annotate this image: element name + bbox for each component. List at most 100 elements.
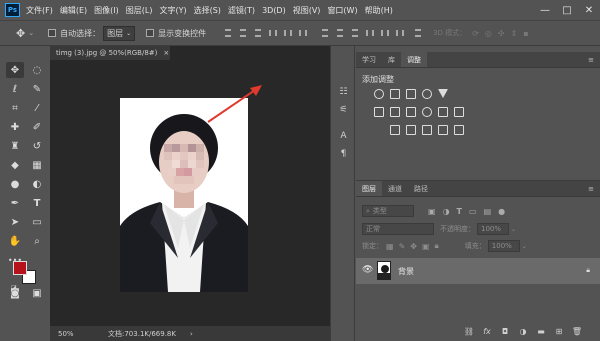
- layer-row[interactable]: 👁︎ 背景 🔒︎: [356, 258, 600, 284]
- menu-file[interactable]: 文件(F): [26, 5, 53, 16]
- align-bottom-icon[interactable]: [253, 28, 263, 38]
- type-tool-icon[interactable]: T: [28, 195, 46, 211]
- eye-visibility-icon[interactable]: 👁︎: [362, 265, 373, 275]
- panel-menu-icon[interactable]: ≡: [582, 52, 600, 67]
- align-hcenter-icon[interactable]: [283, 28, 293, 38]
- color-balance-icon[interactable]: [390, 107, 400, 117]
- lock-all-icon[interactable]: 🔒︎: [435, 241, 439, 251]
- paragraph-panel-icon[interactable]: ¶: [338, 148, 349, 159]
- filter-type-icon[interactable]: T: [457, 207, 462, 216]
- invert-icon[interactable]: [390, 125, 400, 135]
- layer-style-icon[interactable]: fx: [482, 326, 492, 336]
- shape-tool-icon[interactable]: ▭: [28, 214, 46, 230]
- 3d-slide-icon[interactable]: ⇕: [511, 29, 518, 38]
- zoom-tool-icon[interactable]: ⌕: [28, 233, 46, 249]
- auto-select-dropdown[interactable]: 图层 ⌄: [103, 25, 136, 41]
- filter-smart-object-icon[interactable]: ▤: [484, 207, 492, 216]
- curves-icon[interactable]: [406, 89, 416, 99]
- new-group-icon[interactable]: ▬: [536, 326, 546, 336]
- menu-window[interactable]: 窗口(W): [327, 5, 357, 16]
- zoom-level[interactable]: 50%: [58, 330, 94, 338]
- opacity-chevron-icon[interactable]: ⌄: [511, 226, 516, 233]
- color-lookup-icon[interactable]: [454, 107, 464, 117]
- align-vcenter-icon[interactable]: [238, 28, 248, 38]
- menu-type[interactable]: 文字(Y): [159, 5, 186, 16]
- distribute-top-icon[interactable]: [320, 28, 330, 38]
- eyedropper-tool-icon[interactable]: ⁄: [28, 100, 46, 116]
- history-brush-icon[interactable]: ↺: [28, 138, 46, 154]
- link-layers-icon[interactable]: ⛓: [464, 326, 474, 336]
- new-layer-icon[interactable]: ⊞: [554, 326, 564, 336]
- lock-pixels-icon[interactable]: ✎: [399, 242, 406, 251]
- align-right-icon[interactable]: [298, 28, 308, 38]
- blend-mode-dropdown[interactable]: 正常: [362, 223, 434, 235]
- hand-tool-icon[interactable]: ✋: [6, 233, 24, 249]
- auto-align-icon[interactable]: [413, 28, 423, 38]
- menu-help[interactable]: 帮助(H): [365, 5, 393, 16]
- filter-shape-icon[interactable]: ▭: [469, 207, 477, 216]
- close-button[interactable]: ✕: [578, 0, 600, 20]
- filter-pixel-icon[interactable]: ▣: [428, 207, 436, 216]
- healing-brush-icon[interactable]: ✚: [6, 119, 24, 135]
- lasso-tool-icon[interactable]: ℓ: [6, 81, 24, 97]
- quick-mask-icon[interactable]: ◙: [6, 285, 24, 301]
- exposure-icon[interactable]: [422, 89, 432, 99]
- layers-menu-icon[interactable]: ≡: [582, 181, 600, 196]
- history-panel-icon[interactable]: ☷: [338, 86, 349, 97]
- levels-icon[interactable]: [390, 89, 400, 99]
- filter-kind-dropdown[interactable]: ⌕ 类型: [362, 205, 414, 217]
- gradient-tool-icon[interactable]: ▦: [28, 157, 46, 173]
- dodge-tool-icon[interactable]: ◐: [28, 176, 46, 192]
- distribute-right-icon[interactable]: [395, 28, 405, 38]
- restore-button[interactable]: □: [556, 0, 578, 20]
- character-panel-icon[interactable]: A: [338, 130, 349, 141]
- menu-select[interactable]: 选择(S): [194, 5, 221, 16]
- path-select-icon[interactable]: ➤: [6, 214, 24, 230]
- properties-panel-icon[interactable]: ⚟: [338, 104, 349, 115]
- tab-learn[interactable]: 学习: [356, 52, 382, 67]
- lock-artboard-icon[interactable]: ▣: [422, 242, 430, 251]
- black-white-icon[interactable]: [406, 107, 416, 117]
- distribute-left-icon[interactable]: [365, 28, 375, 38]
- channel-mixer-icon[interactable]: [438, 107, 448, 117]
- 3d-rotate-icon[interactable]: ⟳: [472, 29, 479, 38]
- vibrance-icon[interactable]: [438, 89, 448, 98]
- selective-color-icon[interactable]: [454, 125, 464, 135]
- photo-filter-icon[interactable]: [422, 107, 432, 117]
- tab-adjustments[interactable]: 调整: [401, 52, 427, 67]
- posterize-icon[interactable]: [406, 125, 416, 135]
- 3d-drag-icon[interactable]: ✣: [498, 29, 505, 38]
- brush-tool-icon[interactable]: ✐: [28, 119, 46, 135]
- filter-toggle-icon[interactable]: ●: [498, 207, 505, 216]
- status-menu-chevron-icon[interactable]: ›: [190, 330, 193, 338]
- distribute-hcenter-icon[interactable]: [380, 28, 390, 38]
- fill-chevron-icon[interactable]: ⌄: [522, 243, 527, 250]
- marquee-tool-icon[interactable]: ◌: [28, 62, 46, 78]
- tool-preset-chevron-icon[interactable]: ⌄: [28, 29, 34, 37]
- 3d-roll-icon[interactable]: ◎: [485, 29, 492, 38]
- align-top-icon[interactable]: [223, 28, 233, 38]
- pen-tool-icon[interactable]: ✒: [6, 195, 24, 211]
- menu-layer[interactable]: 图层(L): [126, 5, 153, 16]
- distribute-bottom-icon[interactable]: [350, 28, 360, 38]
- quick-select-tool-icon[interactable]: ✎: [28, 81, 46, 97]
- move-tool-icon[interactable]: ✥: [16, 27, 25, 40]
- threshold-icon[interactable]: [422, 125, 432, 135]
- hue-saturation-icon[interactable]: [374, 107, 384, 117]
- auto-select-checkbox[interactable]: [48, 29, 57, 37]
- tab-layers[interactable]: 图层: [356, 181, 382, 196]
- eraser-tool-icon[interactable]: ◆: [6, 157, 24, 173]
- menu-edit[interactable]: 编辑(E): [60, 5, 87, 16]
- align-left-icon[interactable]: [268, 28, 278, 38]
- gradient-map-icon[interactable]: [438, 125, 448, 135]
- move-tool-icon[interactable]: ✥: [6, 62, 24, 78]
- add-mask-icon[interactable]: ◘: [500, 326, 510, 336]
- distribute-vcenter-icon[interactable]: [335, 28, 345, 38]
- lock-transparent-icon[interactable]: ▦: [386, 242, 394, 251]
- document-tab[interactable]: timg (3).jpg @ 50%(RGB/8#) ×: [50, 46, 170, 60]
- tab-library[interactable]: 库: [382, 52, 401, 67]
- fill-field[interactable]: 100%: [487, 240, 520, 252]
- layer-name[interactable]: 背景: [398, 266, 414, 277]
- menu-filter[interactable]: 滤镜(T): [228, 5, 255, 16]
- clone-stamp-icon[interactable]: ♜: [6, 138, 24, 154]
